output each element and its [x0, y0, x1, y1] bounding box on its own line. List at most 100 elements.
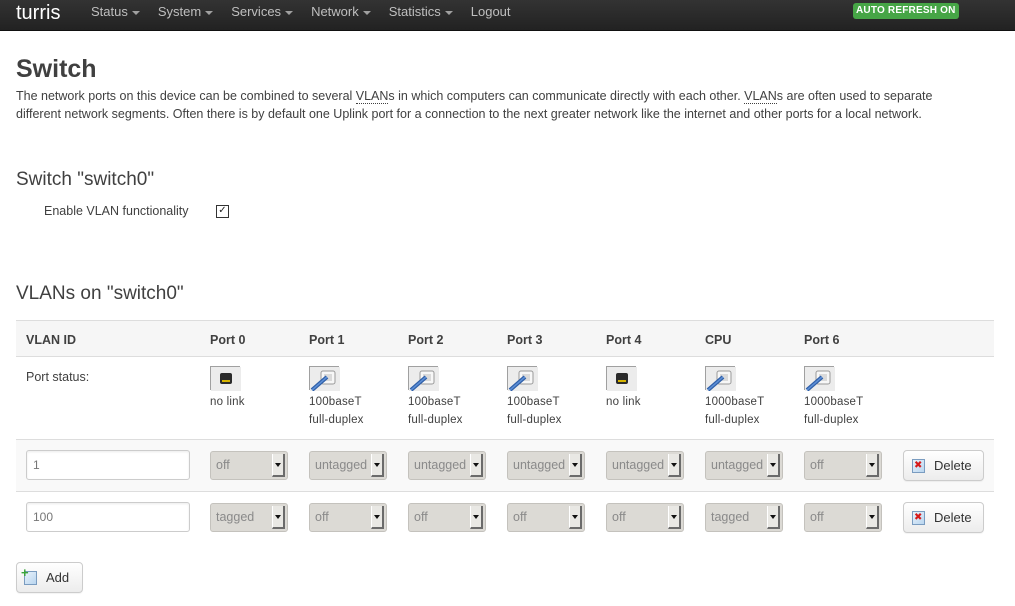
port-status-cell: no link [210, 366, 245, 411]
port-speed: 100baseT [309, 396, 362, 408]
port-membership-value: tagged [216, 510, 255, 524]
vlan-row: 100 Delete tagged off off off off tagged off [16, 492, 994, 544]
delete-icon [912, 458, 925, 473]
dropdown-arrow-icon[interactable] [569, 454, 582, 477]
port-membership-select[interactable]: off [408, 503, 486, 532]
vlan-abbr: VLAN [355, 89, 389, 104]
enable-vlan-checkbox[interactable]: ✓ [216, 204, 229, 218]
dropdown-arrow-icon[interactable] [767, 506, 780, 529]
port-membership-select[interactable]: off [507, 503, 585, 532]
dropdown-arrow-icon[interactable] [569, 506, 582, 529]
port-membership-select[interactable]: tagged [210, 503, 288, 532]
port-status-cell: 100baseT full-duplex [408, 366, 463, 429]
port-membership-value: off [513, 510, 527, 524]
brand-logo[interactable]: turris [16, 1, 60, 25]
port-membership-value: off [315, 510, 329, 524]
nav-status-label: Status [91, 4, 128, 19]
port-status-text: 100baseT full-duplex [309, 393, 364, 429]
port-membership-select[interactable]: off [309, 503, 387, 532]
port-membership-value: off [810, 458, 824, 472]
dropdown-arrow-icon[interactable] [668, 506, 681, 529]
port-status-text: 100baseT full-duplex [408, 393, 463, 429]
port-status-text: no link [606, 393, 641, 411]
port-status-cell: 100baseT full-duplex [309, 366, 364, 429]
column-header-cpu: CPU [705, 333, 732, 347]
vlan-row: 1 Delete off untagged untagged untagged unta… [16, 440, 994, 492]
port-connected-icon [705, 366, 736, 392]
caret-down-icon [362, 10, 371, 15]
dropdown-arrow-icon[interactable] [470, 454, 483, 477]
dropdown-arrow-icon[interactable] [668, 454, 681, 477]
dropdown-arrow-icon[interactable] [371, 506, 384, 529]
port-status-text: 1000baseT full-duplex [705, 393, 764, 429]
dropdown-arrow-icon[interactable] [866, 454, 879, 477]
port-connected-icon [408, 366, 439, 392]
dropdown-arrow-icon[interactable] [767, 454, 780, 477]
column-header-port-3: Port 3 [507, 333, 543, 347]
intro-text: The network ports on this device can be … [16, 89, 356, 103]
port-membership-select[interactable]: untagged [507, 451, 585, 480]
port-duplex: full-duplex [309, 414, 364, 426]
add-vlan-button[interactable]: Add [16, 562, 83, 593]
nav-network[interactable]: Network [302, 0, 380, 24]
enable-vlan-row: Enable VLAN functionality ✓ [44, 204, 229, 218]
column-header-port-2: Port 2 [408, 333, 444, 347]
nav-statistics[interactable]: Statistics [380, 0, 462, 24]
port-membership-select[interactable]: tagged [705, 503, 783, 532]
nav-statistics-label: Statistics [388, 4, 441, 19]
port-duplex: full-duplex [507, 414, 562, 426]
dropdown-arrow-icon[interactable] [371, 454, 384, 477]
port-disconnected-icon [606, 366, 637, 391]
vlan-table: VLAN ID Port 0 Port 1 Port 2 Port 3 Port… [16, 320, 994, 544]
vlan-id-input[interactable]: 100 [26, 502, 190, 532]
port-connected-icon [507, 366, 538, 392]
port-membership-select[interactable]: off [804, 503, 882, 532]
port-status-text: 1000baseT full-duplex [804, 393, 863, 429]
port-membership-select[interactable]: untagged [606, 451, 684, 480]
auto-refresh-badge[interactable]: AUTO REFRESH ON [853, 3, 959, 19]
port-membership-value: off [612, 510, 626, 524]
delete-vlan-button[interactable]: Delete [903, 450, 984, 481]
port-speed: 1000baseT [804, 396, 864, 408]
dropdown-arrow-icon[interactable] [272, 506, 285, 529]
switch-heading: Switch "switch0" [16, 169, 155, 190]
nav-services-label: Services [231, 4, 282, 19]
nav-system-label: System [157, 4, 202, 19]
column-header-port-4: Port 4 [606, 333, 642, 347]
vlans-heading: VLANs on "switch0" [16, 283, 184, 304]
port-membership-select[interactable]: off [804, 451, 882, 480]
port-status-text: no link [210, 393, 245, 411]
check-icon: ✓ [218, 205, 227, 216]
port-membership-select[interactable]: untagged [705, 451, 783, 480]
add-label: Add [46, 570, 70, 585]
nav-network-label: Network [311, 4, 359, 19]
caret-down-icon [285, 10, 294, 15]
page-description: The network ports on this device can be … [16, 87, 956, 123]
port-disconnected-icon [210, 366, 241, 391]
nav-status[interactable]: Status [82, 0, 149, 24]
dropdown-arrow-icon[interactable] [866, 506, 879, 529]
nav-logout[interactable]: Logout [462, 0, 520, 24]
vlan-abbr: VLAN [744, 89, 777, 104]
nav-services[interactable]: Services [222, 0, 302, 24]
port-status-label: Port status: [26, 370, 90, 384]
column-header-vlan-id: VLAN ID [26, 333, 76, 347]
nav-system[interactable]: System [149, 0, 222, 24]
dropdown-arrow-icon[interactable] [470, 506, 483, 529]
nav-logout-label: Logout [470, 4, 511, 19]
table-header-row: VLAN ID Port 0 Port 1 Port 2 Port 3 Port… [16, 320, 994, 357]
page-title: Switch [16, 55, 97, 83]
caret-down-icon [205, 10, 214, 15]
vlan-id-input[interactable]: 1 [26, 450, 190, 480]
port-duplex: full-duplex [804, 414, 859, 426]
port-membership-value: tagged [711, 510, 750, 524]
port-membership-select[interactable]: untagged [408, 451, 486, 480]
port-membership-select[interactable]: untagged [309, 451, 387, 480]
port-membership-select[interactable]: off [210, 451, 288, 480]
column-header-port-0: Port 0 [210, 333, 246, 347]
column-header-port-6: Port 6 [804, 333, 840, 347]
main-nav: Status System Services Network Statistic… [82, 0, 520, 24]
delete-vlan-button[interactable]: Delete [903, 502, 984, 533]
port-membership-select[interactable]: off [606, 503, 684, 532]
dropdown-arrow-icon[interactable] [272, 454, 285, 477]
